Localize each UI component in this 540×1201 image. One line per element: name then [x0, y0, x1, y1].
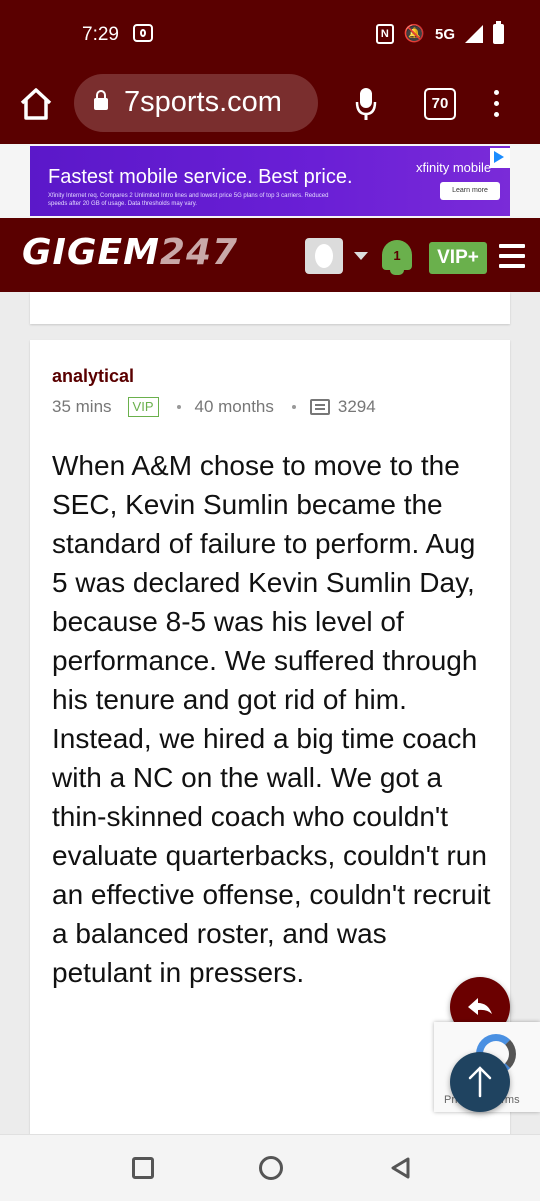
- notification-count: 1: [393, 248, 401, 263]
- separator-dot: [176, 405, 181, 409]
- post-body: When A&M chose to move to the SEC, Kevin…: [52, 450, 491, 988]
- tab-switcher-button[interactable]: 70: [424, 88, 456, 120]
- logo-number: 247: [159, 232, 239, 273]
- post-count: 3294: [337, 397, 376, 416]
- status-bar: 7:29 N 🔕 5G: [0, 0, 540, 66]
- vip-badge: VIP: [127, 397, 159, 417]
- notification-bell-icon[interactable]: 1: [382, 240, 412, 275]
- screen-record-icon: [133, 24, 153, 42]
- network-type: 5G: [434, 25, 455, 43]
- microphone-icon[interactable]: [355, 86, 377, 122]
- bell-off-icon: 🔕: [403, 24, 425, 43]
- ad-choices-play-icon: [494, 151, 504, 163]
- system-nav-bar: [0, 1134, 540, 1201]
- site-logo[interactable]: GIGEM247: [22, 232, 238, 273]
- url-text: 7sports.com: [124, 86, 282, 118]
- post-username[interactable]: analytical: [52, 366, 134, 387]
- overflow-menu-icon[interactable]: [494, 90, 500, 120]
- ad-brand-logo: xfinity mobile: [416, 160, 492, 175]
- logo-text: GIGEM: [22, 232, 160, 273]
- post-meta: 35 mins VIP 40 months 3294: [52, 396, 376, 418]
- ad-fine-print: Xfinity Internet req. Compares 2 Unlimit…: [48, 193, 329, 207]
- status-icons: N 🔕 5G: [375, 21, 504, 46]
- nfc-icon: N: [375, 24, 394, 44]
- member-tenure: 40 months: [194, 397, 274, 416]
- arrow-up-icon: [468, 1066, 492, 1098]
- scroll-to-top-button[interactable]: [450, 1052, 510, 1112]
- signal-icon: [465, 25, 483, 43]
- user-avatar[interactable]: [305, 238, 343, 274]
- forum-post-card: analytical 35 mins VIP 40 months 3294 Wh…: [30, 340, 510, 1140]
- chevron-down-icon[interactable]: [354, 252, 368, 260]
- recents-icon[interactable]: [132, 1157, 154, 1179]
- post-time: 35 mins: [52, 397, 112, 416]
- battery-icon: [493, 21, 504, 44]
- address-bar[interactable]: 7sports.com: [74, 74, 318, 132]
- lock-icon: [94, 90, 108, 110]
- ad-headline: Fastest mobile service. Best price.: [48, 166, 353, 188]
- home-icon[interactable]: [18, 86, 54, 122]
- ad-learn-more-button[interactable]: Learn more: [440, 182, 500, 200]
- previous-post-card: [30, 292, 510, 324]
- separator-dot: [291, 405, 296, 409]
- site-header: GIGEM247 1 VIP+: [0, 218, 540, 292]
- hamburger-menu-icon[interactable]: [499, 244, 525, 268]
- ad-banner[interactable]: Fastest mobile service. Best price. Xfin…: [30, 146, 510, 216]
- comment-icon: [309, 399, 330, 415]
- back-icon[interactable]: [390, 1157, 412, 1179]
- vip-plus-button[interactable]: VIP+: [429, 242, 487, 274]
- status-time: 7:29: [82, 24, 119, 45]
- ad-container: Fastest mobile service. Best price. Xfin…: [0, 144, 540, 218]
- browser-toolbar: 7sports.com 70: [0, 66, 540, 144]
- home-circle-icon[interactable]: [259, 1156, 283, 1180]
